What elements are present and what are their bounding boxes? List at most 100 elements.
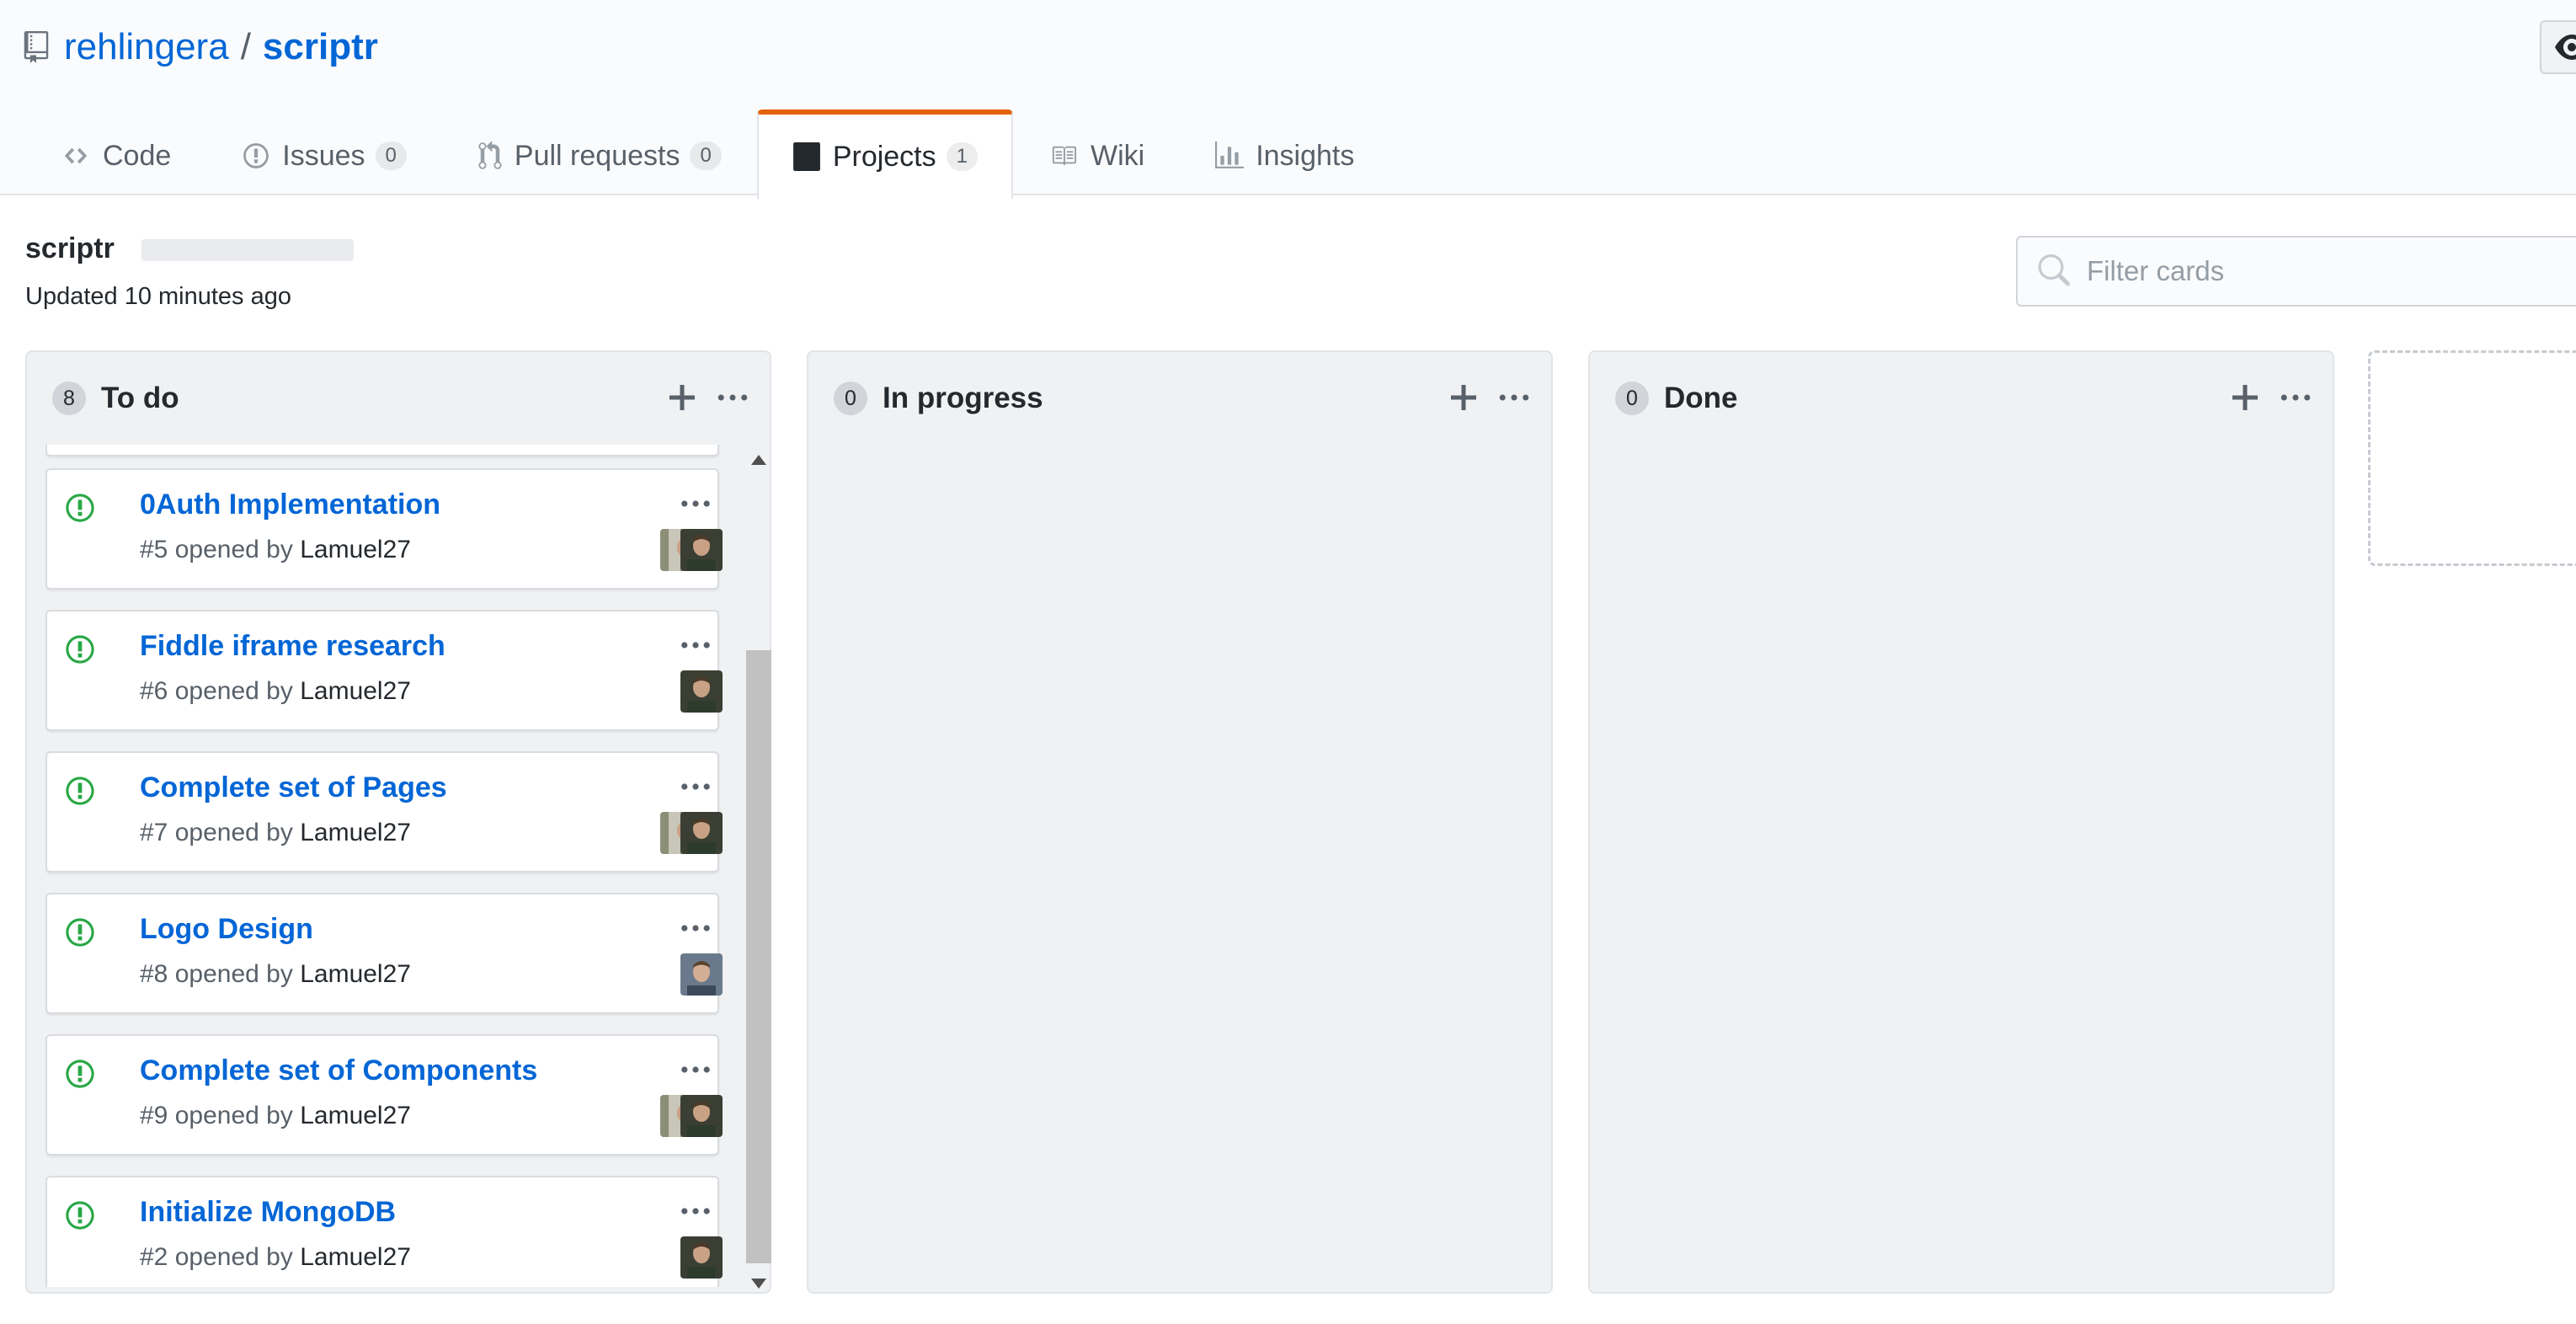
card-partially-hidden[interactable]: [45, 445, 719, 456]
repo-owner-link[interactable]: rehlingera: [64, 26, 229, 68]
project-updated-text: Updated 10 minutes ago: [25, 283, 291, 310]
column-todo: 8 To do 0Auth Implementation #5 opened b…: [25, 350, 771, 1294]
projects-counter: 1: [946, 142, 978, 171]
issue-number: #9: [140, 1102, 168, 1129]
issue-number: #7: [140, 819, 168, 846]
issues-counter: 0: [375, 141, 407, 170]
add-card-icon[interactable]: [2228, 381, 2262, 414]
column-cards-list: 0Auth Implementation #5 opened by Lamuel…: [45, 445, 744, 1287]
author-link[interactable]: Lamuel27: [300, 1102, 411, 1129]
add-column-placeholder[interactable]: [2368, 350, 2576, 566]
tab-wiki[interactable]: Wiki: [1013, 113, 1180, 197]
tab-code[interactable]: Code: [25, 113, 206, 197]
assignee-avatar[interactable]: [680, 812, 723, 854]
issue-card[interactable]: Logo Design #8 opened by Lamuel27: [45, 893, 723, 1014]
card-title-link[interactable]: 0Auth Implementation: [140, 488, 440, 521]
column-done: 0 Done: [1588, 350, 2334, 1294]
author-link[interactable]: Lamuel27: [300, 536, 411, 563]
column-menu-icon[interactable]: [714, 381, 751, 414]
column-menu-icon[interactable]: [2277, 381, 2314, 414]
card-title-link[interactable]: Complete set of Components: [140, 1054, 537, 1087]
tab-projects-label: Projects: [832, 140, 936, 173]
issue-number: #6: [140, 677, 168, 705]
assignee-avatar[interactable]: [680, 1095, 723, 1137]
card-menu-icon[interactable]: [679, 1060, 712, 1080]
assignee-avatar[interactable]: [680, 529, 723, 571]
column-scrollbar[interactable]: [744, 445, 773, 1292]
column-title: In progress: [883, 382, 1043, 414]
issue-number: #5: [140, 536, 168, 563]
column-header: 0 In progress: [808, 352, 1551, 445]
issue-card[interactable]: 0Auth Implementation #5 opened by Lamuel…: [45, 468, 723, 590]
search-icon: [2038, 254, 2070, 286]
issue-card[interactable]: Initialize MongoDB #2 opened by Lamuel27: [45, 1176, 723, 1287]
issue-card[interactable]: Fiddle iframe research #6 opened by Lamu…: [45, 610, 723, 731]
card-title-link[interactable]: Complete set of Pages: [140, 771, 447, 804]
card-meta: #6 opened by Lamuel27: [140, 677, 411, 706]
assignee-avatar[interactable]: [680, 953, 723, 996]
issue-number: #2: [140, 1243, 168, 1271]
add-card-icon[interactable]: [1447, 381, 1480, 414]
issue-opened-icon: [66, 777, 94, 805]
project-progress-placeholder: [141, 239, 354, 261]
scroll-thumb[interactable]: [746, 650, 771, 1263]
repo-icon: [24, 31, 49, 63]
tab-projects[interactable]: Projects 1: [756, 109, 1013, 199]
card-title-link[interactable]: Fiddle iframe research: [140, 630, 445, 663]
tab-issues-label: Issues: [282, 139, 365, 172]
pull-requests-counter: 0: [690, 141, 722, 170]
project-icon: [792, 142, 820, 171]
column-card-count: 0: [834, 382, 867, 415]
filter-cards-input[interactable]: [2087, 255, 2576, 287]
project-name: scriptr: [25, 232, 115, 264]
author-link[interactable]: Lamuel27: [300, 819, 411, 846]
add-card-icon[interactable]: [665, 381, 699, 414]
opened-by-text: opened by: [174, 1102, 293, 1129]
card-menu-icon[interactable]: [679, 1201, 712, 1221]
issue-opened-icon: [66, 1060, 94, 1088]
issue-card[interactable]: Complete set of Pages #7 opened by Lamue…: [45, 751, 723, 873]
column-title: To do: [101, 382, 179, 414]
column-header: 8 To do: [27, 352, 770, 445]
card-meta: #2 opened by Lamuel27: [140, 1243, 411, 1272]
issue-opened-icon: [66, 918, 94, 947]
tab-insights-label: Insights: [1256, 139, 1355, 172]
column-card-count: 8: [52, 382, 86, 415]
issue-opened-icon: [66, 1201, 94, 1230]
scroll-down-arrow-icon[interactable]: [751, 1279, 766, 1289]
card-meta: #9 opened by Lamuel27: [140, 1102, 411, 1130]
opened-by-text: opened by: [174, 677, 293, 705]
card-title-link[interactable]: Logo Design: [140, 913, 313, 946]
graph-icon: [1215, 141, 1245, 168]
scroll-up-arrow-icon[interactable]: [751, 455, 766, 465]
tab-insights[interactable]: Insights: [1180, 113, 1389, 197]
issue-card[interactable]: Complete set of Components #9 opened by …: [45, 1034, 723, 1156]
opened-by-text: opened by: [174, 960, 293, 988]
tab-pull-requests[interactable]: Pull requests 0: [442, 113, 757, 197]
filter-cards-field[interactable]: [2016, 236, 2576, 307]
repo-header: rehlingera / scriptr Code Issues 0 Pull …: [0, 0, 2576, 199]
card-menu-icon[interactable]: [679, 918, 712, 938]
assignee-avatar[interactable]: [680, 670, 723, 713]
card-title-link[interactable]: Initialize MongoDB: [140, 1196, 396, 1229]
author-link[interactable]: Lamuel27: [300, 1243, 411, 1271]
repo-title: rehlingera / scriptr: [24, 20, 378, 74]
card-menu-icon[interactable]: [679, 777, 712, 797]
author-link[interactable]: Lamuel27: [300, 677, 411, 705]
tab-issues[interactable]: Issues 0: [206, 113, 442, 197]
issue-opened-icon: [243, 143, 269, 168]
repo-name-link[interactable]: scriptr: [263, 26, 378, 68]
author-link[interactable]: Lamuel27: [300, 960, 411, 988]
card-meta: #7 opened by Lamuel27: [140, 819, 411, 847]
card-meta: #8 opened by Lamuel27: [140, 960, 411, 989]
assignee-avatar[interactable]: [680, 1236, 723, 1279]
card-menu-icon[interactable]: [679, 494, 712, 514]
column-title: Done: [1664, 382, 1738, 414]
card-menu-icon[interactable]: [679, 635, 712, 655]
watch-button[interactable]: [2540, 20, 2576, 74]
opened-by-text: opened by: [174, 1243, 293, 1271]
opened-by-text: opened by: [174, 536, 293, 563]
column-menu-icon[interactable]: [1496, 381, 1533, 414]
eye-icon: [2555, 35, 2576, 60]
opened-by-text: opened by: [174, 819, 293, 846]
